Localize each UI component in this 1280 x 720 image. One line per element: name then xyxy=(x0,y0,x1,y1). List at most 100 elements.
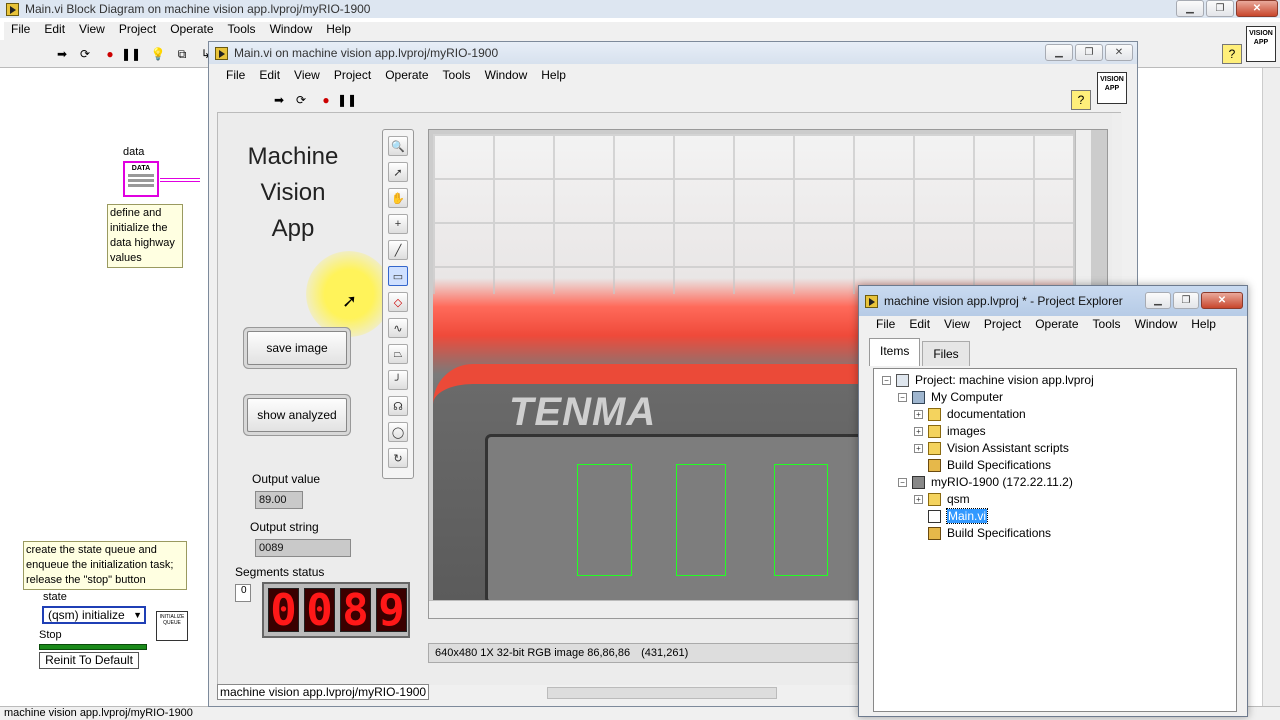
menu-file[interactable]: File xyxy=(219,68,252,82)
show-analyzed-button[interactable]: show analyzed xyxy=(247,398,347,432)
minimize-button[interactable]: ▁ xyxy=(1045,44,1073,61)
collapse-icon[interactable]: − xyxy=(882,375,891,385)
pause-icon[interactable]: ❚❚ xyxy=(121,44,141,64)
roi-box-1[interactable] xyxy=(577,464,632,576)
run-arrow-icon[interactable]: ➡ xyxy=(269,90,289,110)
oval-tool-icon[interactable]: ◯ xyxy=(388,422,408,442)
menu-view[interactable]: View xyxy=(287,68,327,82)
pointer-tool-icon[interactable]: ➚ xyxy=(388,162,408,182)
bd-scrollbar-vertical[interactable] xyxy=(1262,68,1280,706)
freehand-line-tool-icon[interactable]: ∿ xyxy=(388,318,408,338)
maximize-button[interactable]: ❐ xyxy=(1206,0,1234,17)
rectangle-tool-icon[interactable]: ▭ xyxy=(388,266,408,286)
abort-icon[interactable]: ● xyxy=(100,44,120,64)
pan-tool-icon[interactable]: ✋ xyxy=(388,188,408,208)
roi-box-3[interactable] xyxy=(774,464,828,576)
menu-project[interactable]: Project xyxy=(327,68,378,82)
menu-operate[interactable]: Operate xyxy=(163,22,220,40)
menu-project[interactable]: Project xyxy=(112,22,163,40)
menu-view[interactable]: View xyxy=(937,317,977,331)
tab-files[interactable]: Files xyxy=(922,341,970,366)
abort-icon[interactable]: ● xyxy=(316,90,336,110)
menu-file[interactable]: File xyxy=(869,317,902,331)
tab-items[interactable]: Items xyxy=(869,338,921,366)
run-continuous-icon[interactable]: ⟳ xyxy=(75,44,95,64)
tree-item-label: Project: machine vision app.lvproj xyxy=(915,373,1094,387)
highlight-execution-icon[interactable]: 💡 xyxy=(148,44,168,64)
expand-icon[interactable]: + xyxy=(914,409,923,419)
folder-icon xyxy=(928,407,941,421)
close-button[interactable]: ✕ xyxy=(1105,44,1133,61)
tree-item[interactable]: − myRIO-1900 (172.22.11.2) xyxy=(898,475,1073,489)
expand-icon[interactable]: + xyxy=(914,494,923,504)
data-cluster-constant[interactable]: DATA xyxy=(123,161,159,197)
reinit-method[interactable]: Reinit To Default xyxy=(39,652,139,669)
collapse-icon[interactable]: − xyxy=(898,392,907,402)
pause-icon[interactable]: ❚❚ xyxy=(337,90,357,110)
run-arrow-icon[interactable]: ➡ xyxy=(52,44,72,64)
menu-window[interactable]: Window xyxy=(1128,317,1185,331)
zoom-tool-icon[interactable]: 🔍 xyxy=(388,136,408,156)
folder-icon xyxy=(928,424,941,438)
close-button[interactable]: ✕ xyxy=(1201,292,1243,309)
maximize-button[interactable]: ❐ xyxy=(1173,292,1199,309)
close-button[interactable]: ✕ xyxy=(1236,0,1278,17)
tree-item[interactable]: Build Specifications xyxy=(914,526,1051,540)
tree-item[interactable]: + documentation xyxy=(914,407,1026,421)
rotated-rect-tool-icon[interactable]: ◇ xyxy=(388,292,408,312)
maximize-button[interactable]: ❐ xyxy=(1075,44,1103,61)
broken-line-tool-icon[interactable]: ╯ xyxy=(388,370,408,390)
menu-project[interactable]: Project xyxy=(977,317,1028,331)
minimize-button[interactable]: ▁ xyxy=(1176,0,1204,17)
tree-item[interactable]: − Project: machine vision app.lvproj xyxy=(882,373,1094,387)
polygon-tool-icon[interactable]: ⏢ xyxy=(388,344,408,364)
folder-icon xyxy=(928,441,941,455)
menu-help[interactable]: Help xyxy=(534,68,573,82)
minimize-button[interactable]: ▁ xyxy=(1145,292,1171,309)
menu-tools[interactable]: Tools xyxy=(221,22,263,40)
tree-item[interactable]: Build Specifications xyxy=(914,458,1051,472)
line-tool-icon[interactable]: ╱ xyxy=(388,240,408,260)
run-continuous-icon[interactable]: ⟳ xyxy=(291,90,311,110)
menu-tools[interactable]: Tools xyxy=(436,68,478,82)
menu-window[interactable]: Window xyxy=(478,68,535,82)
menu-file[interactable]: File xyxy=(4,22,37,40)
help-icon[interactable]: ? xyxy=(1071,90,1091,110)
freehand-tool-icon[interactable]: ☊ xyxy=(388,396,408,416)
fp-hscroll[interactable] xyxy=(547,687,777,699)
bd-status-path: machine vision app.lvproj/myRIO-1900 xyxy=(4,707,193,719)
retain-wire-icon[interactable]: ⧉ xyxy=(172,44,192,64)
bd-titlebar: Main.vi Block Diagram on machine vision … xyxy=(0,0,1280,18)
annulus-tool-icon[interactable]: ↻ xyxy=(388,448,408,468)
tree-item-label: My Computer xyxy=(931,390,1004,404)
menu-help[interactable]: Help xyxy=(1184,317,1223,331)
tree-item[interactable]: + images xyxy=(914,424,986,438)
menu-edit[interactable]: Edit xyxy=(252,68,287,82)
point-tool-icon[interactable]: + xyxy=(388,214,408,234)
save-image-button[interactable]: save image xyxy=(247,331,347,365)
tree-item-label: Vision Assistant scripts xyxy=(947,441,1069,455)
tree-item[interactable]: − My Computer xyxy=(898,390,1003,404)
expand-icon[interactable]: + xyxy=(914,426,923,436)
menu-view[interactable]: View xyxy=(72,22,112,40)
menu-edit[interactable]: Edit xyxy=(37,22,72,40)
menu-operate[interactable]: Operate xyxy=(1028,317,1085,331)
expand-icon[interactable]: + xyxy=(914,443,923,453)
segments-index-control[interactable]: 0 xyxy=(235,584,251,602)
roi-box-2[interactable] xyxy=(676,464,726,576)
pe-tabs: Items Files xyxy=(869,338,970,366)
menu-help[interactable]: Help xyxy=(319,22,358,40)
menu-operate[interactable]: Operate xyxy=(378,68,435,82)
init-queue-node[interactable]: INITIALIZE QUEUE xyxy=(156,611,188,641)
menu-edit[interactable]: Edit xyxy=(902,317,937,331)
menu-tools[interactable]: Tools xyxy=(1086,317,1128,331)
tree-item[interactable]: Main.vi xyxy=(914,508,989,524)
tree-item[interactable]: + Vision Assistant scripts xyxy=(914,441,1069,455)
stop-invoke-wire xyxy=(39,644,147,650)
help-icon[interactable]: ? xyxy=(1222,44,1242,64)
segment-digit-4: 9 xyxy=(376,588,407,633)
collapse-icon[interactable]: − xyxy=(898,477,907,487)
menu-window[interactable]: Window xyxy=(263,22,320,40)
state-enum-constant[interactable]: (qsm) initialize ▼ xyxy=(42,606,146,624)
tree-item[interactable]: + qsm xyxy=(914,492,970,506)
